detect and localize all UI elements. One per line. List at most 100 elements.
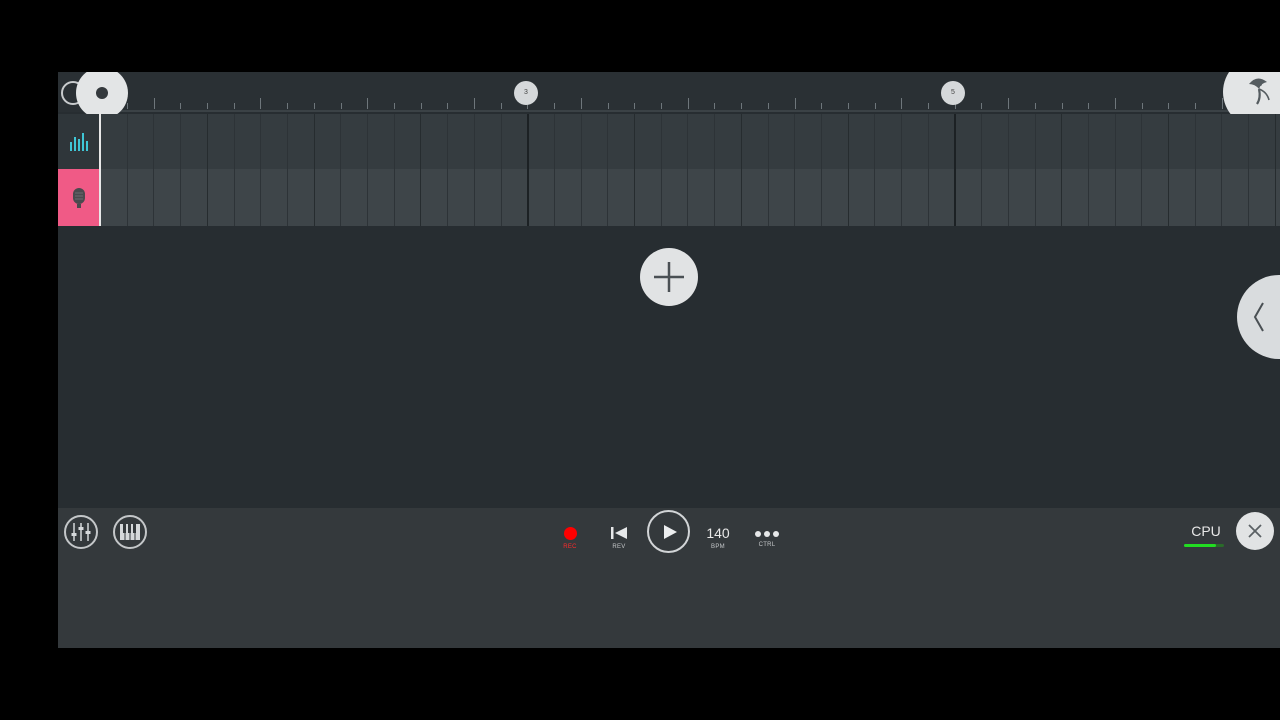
- grid-line: [234, 169, 235, 226]
- grid-line: [848, 169, 849, 226]
- grid-line: [153, 169, 154, 226]
- ruler-tick: [447, 103, 448, 109]
- grid-line: [687, 169, 688, 226]
- piano-keys-icon: [120, 524, 140, 540]
- grid-line: [581, 114, 582, 169]
- grid-line: [527, 169, 529, 226]
- grid-line: [741, 114, 742, 169]
- side-panel-toggle-button[interactable]: [1237, 275, 1280, 359]
- grid-line: [287, 114, 288, 169]
- track-grid-bars[interactable]: [100, 114, 1280, 169]
- grid-line: [821, 169, 822, 226]
- grid-line: [634, 114, 635, 169]
- piano-roll-button[interactable]: [113, 515, 147, 549]
- add-track-button[interactable]: [640, 248, 698, 306]
- grid-line: [954, 114, 956, 169]
- rewind-button[interactable]: REV: [594, 512, 644, 556]
- microphone-icon: [73, 187, 85, 208]
- bpm-value: 140: [706, 525, 730, 541]
- grid-line: [1035, 169, 1036, 226]
- ruler-tick: [180, 103, 181, 109]
- ruler-tick: [688, 98, 689, 109]
- grid-line: [981, 169, 982, 226]
- grid-line: [1008, 114, 1009, 169]
- ruler-tick: [714, 103, 715, 109]
- ruler-tick: [1168, 103, 1169, 109]
- grid-line: [794, 169, 795, 226]
- ctrl-label: CTRL: [758, 542, 776, 548]
- grid-line: [901, 169, 902, 226]
- chevron-left-icon: [1253, 302, 1264, 332]
- grid-line: [607, 114, 608, 169]
- grid-line: [1221, 114, 1222, 169]
- ruler-tick: [234, 103, 235, 109]
- timeline-marker-5[interactable]: 5: [941, 81, 965, 105]
- grid-line: [1275, 169, 1276, 226]
- grid-line: [447, 114, 448, 169]
- timeline-marker-3[interactable]: 3: [514, 81, 538, 105]
- track-row-audio[interactable]: [58, 169, 1280, 226]
- grid-line: [340, 114, 341, 169]
- transport-toolbar: REC REV 140 BPM CTRL CPU: [58, 508, 1280, 648]
- grid-line: [1221, 169, 1222, 226]
- grid-line: [928, 169, 929, 226]
- grid-line: [1061, 114, 1062, 169]
- plus-icon: [654, 262, 684, 292]
- track-grid-audio[interactable]: [100, 169, 1280, 226]
- grid-line: [153, 114, 154, 169]
- grid-line: [474, 169, 475, 226]
- ruler-tick: [901, 98, 902, 109]
- cpu-meter: [1184, 544, 1224, 547]
- grid-line: [127, 114, 128, 169]
- ruler-tick: [287, 103, 288, 109]
- ruler-tick: [661, 103, 662, 109]
- tempo-control[interactable]: 140 BPM: [693, 512, 743, 556]
- mixer-button[interactable]: [64, 515, 98, 549]
- ruler-tick: [1035, 103, 1036, 109]
- more-controls-button[interactable]: CTRL: [742, 512, 792, 556]
- grid-line: [367, 169, 368, 226]
- track-header-bars[interactable]: [58, 114, 100, 169]
- ruler-tick: [821, 103, 822, 109]
- cpu-label[interactable]: CPU: [1176, 523, 1236, 539]
- grid-line: [874, 114, 875, 169]
- play-icon: [664, 524, 677, 539]
- grid-line: [420, 169, 421, 226]
- record-icon: [563, 526, 577, 540]
- grid-line: [1115, 114, 1116, 169]
- grid-line: [260, 169, 261, 226]
- track-row-bars[interactable]: [58, 114, 1280, 169]
- more-dots-icon: [755, 531, 779, 537]
- grid-line: [581, 169, 582, 226]
- ruler-tick: [634, 103, 635, 109]
- grid-line: [1008, 169, 1009, 226]
- ruler-tick: [795, 98, 796, 109]
- track-header-audio[interactable]: [58, 169, 100, 226]
- close-button[interactable]: [1236, 512, 1274, 550]
- record-button[interactable]: REC: [545, 512, 595, 556]
- ruler-tick: [608, 103, 609, 109]
- grid-line: [981, 114, 982, 169]
- grid-line: [474, 114, 475, 169]
- grid-line: [901, 114, 902, 169]
- grid-line: [874, 169, 875, 226]
- grid-line: [394, 169, 395, 226]
- grid-line: [1168, 169, 1169, 226]
- grid-line: [768, 169, 769, 226]
- grid-line: [314, 169, 315, 226]
- grid-line: [714, 114, 715, 169]
- grid-line: [1248, 169, 1249, 226]
- timeline-ruler[interactable]: 3 5: [58, 72, 1280, 128]
- grid-line: [180, 114, 181, 169]
- grid-line: [1275, 114, 1276, 169]
- ruler-tick: [207, 103, 208, 109]
- play-button[interactable]: [647, 510, 690, 553]
- ruler-tick: [1195, 103, 1196, 109]
- grid-line: [207, 114, 208, 169]
- mixer-sliders-icon: [71, 523, 91, 541]
- grid-line: [287, 169, 288, 226]
- grid-line: [554, 114, 555, 169]
- ruler-tick: [1008, 98, 1009, 109]
- grid-line: [1088, 114, 1089, 169]
- grid-line: [1088, 169, 1089, 226]
